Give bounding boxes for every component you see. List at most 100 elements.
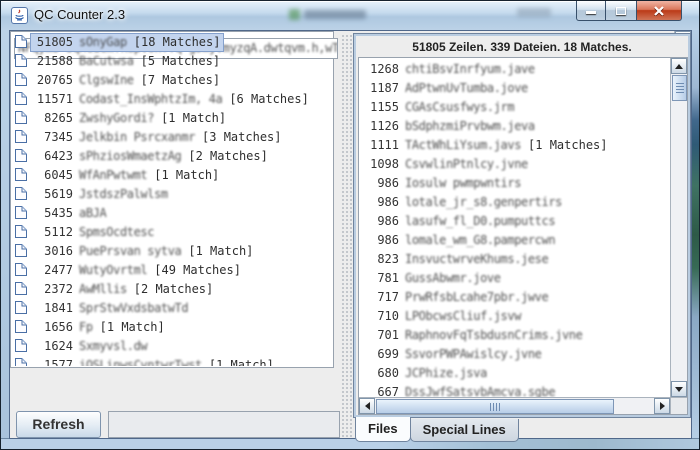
file-list-item[interactable]: 11571Codast_InsWphtzIm, 4a[6 Matches] <box>10 89 315 108</box>
file-list-item[interactable]: 1624Sxmyvsl.dw <box>10 336 315 355</box>
result-list-item[interactable]: 1098CsvwlinPtnlcy.jvne <box>359 154 670 173</box>
row-text: 823InsvuctwrveKhums.jese <box>359 251 551 268</box>
file-list-item[interactable]: 5619JstdszPalwlsm <box>10 184 315 203</box>
row-text: 11571Codast_InsWphtzIm, 4a[6 Matches] <box>31 91 312 108</box>
file-list-item[interactable]: 3016PuePrsvan sytva[1 Match] <box>10 241 315 260</box>
file-list-item[interactable]: 51805sOnyGap[18 Matches] <box>10 32 315 51</box>
close-button[interactable] <box>636 1 682 21</box>
scrollbar-thumb[interactable] <box>376 399 614 414</box>
scroll-left-button[interactable] <box>359 398 375 414</box>
line-count: 1187 <box>361 80 399 97</box>
match-count: [1 Match] <box>154 168 219 182</box>
java-app-icon <box>11 7 28 24</box>
result-list-item[interactable]: 1111TActWhLiYsum.javs[1 Matches] <box>359 135 670 154</box>
glass-reflection <box>304 10 366 19</box>
row-text: 1098CsvwlinPtnlcy.jvne <box>359 156 531 173</box>
status-field[interactable] <box>108 411 340 438</box>
glass-reflection <box>517 8 551 17</box>
file-list-item[interactable]: 21588BaCutwsa[5 Matches] <box>10 51 315 70</box>
maximize-button[interactable] <box>606 1 636 21</box>
match-count: [2 Matches] <box>134 282 213 296</box>
result-list-item[interactable]: 986Iosulw pwmpwntirs <box>359 173 670 192</box>
line-count: 986 <box>361 213 399 230</box>
file-list-item[interactable]: 6045WfAnPwtwmt[1 Match] <box>10 165 315 184</box>
file-name: ZwshyGordi? <box>79 111 154 125</box>
document-icon <box>14 129 28 144</box>
file-name: JCPhize.jsva <box>405 366 487 380</box>
file-list-item[interactable]: 5112 SpmsOcdtesc <box>10 222 315 241</box>
row-text: 717PrwRfsbLcahe7pbr.jwve <box>359 289 551 306</box>
match-count: [5 Matches] <box>141 54 220 68</box>
document-icon <box>14 262 28 277</box>
result-list-item[interactable]: 823InsvuctwrveKhums.jese <box>359 249 670 268</box>
result-list-rows: 1268chtiBsvInrfyum.jave1187AdPtwnUvTumba… <box>359 58 670 397</box>
line-count: 667 <box>361 384 399 398</box>
file-name: DssJwfSatsvbAmcva.sgbe <box>405 385 555 398</box>
result-horizontal-scrollbar[interactable] <box>359 397 670 414</box>
result-list-item[interactable]: 986lomale_wm_G8.pampercwn <box>359 230 670 249</box>
row-text: 1841 SprStwVxdsbatwTd <box>31 300 191 317</box>
document-icon <box>14 224 28 239</box>
file-name: JstdszPalwlsm <box>79 187 168 201</box>
row-text: 667 DssJwfSatsvbAmcva.sgbe <box>359 384 558 398</box>
row-text: 3016PuePrsvan sytva[1 Match] <box>31 243 256 260</box>
file-name: lasufw_fl_D0.pumputtcs <box>405 214 555 228</box>
result-list-item[interactable]: 680 JCPhize.jsva <box>359 363 670 382</box>
line-count: 680 <box>361 365 399 382</box>
result-list[interactable]: 1268chtiBsvInrfyum.jave1187AdPtwnUvTumba… <box>358 57 688 415</box>
file-list-item[interactable]: 1841 SprStwVxdsbatwTd <box>10 298 315 317</box>
file-name: SpmsOcdtesc <box>79 225 154 239</box>
document-icon <box>14 53 28 68</box>
file-list-item[interactable]: 1577iQSLinwsCvntwrTwst[1 Match] <box>10 355 315 366</box>
file-list-item[interactable]: 2372AwMllis[2 Matches] <box>10 279 315 298</box>
row-text: 1155CGAsCsusfwys.jrm <box>359 99 517 116</box>
client-area: NFqyms UqheiemTkapvonfTq gJmyvmyzqA.dwtq… <box>9 30 692 439</box>
close-icon <box>653 6 665 16</box>
result-list-item[interactable]: 667 DssJwfSatsvbAmcva.sgbe <box>359 382 670 397</box>
line-count: 781 <box>361 270 399 287</box>
line-count: 5112 <box>33 224 73 241</box>
file-name: CsvwlinPtnlcy.jvne <box>405 157 528 171</box>
file-name: BaCutwsa <box>79 54 134 68</box>
result-list-item[interactable]: 710LPObcwsCliuf.jsvw <box>359 306 670 325</box>
file-list-item[interactable]: 5435aBJA <box>10 203 315 222</box>
file-list[interactable]: 51805sOnyGap[18 Matches]21588BaCutwsa[5 … <box>10 31 334 368</box>
line-count: 1577 <box>33 357 73 367</box>
file-list-item[interactable]: 20765ClgswIne[7 Matches] <box>10 70 315 89</box>
document-icon <box>14 186 28 201</box>
result-list-item[interactable]: 717PrwRfsbLcahe7pbr.jwve <box>359 287 670 306</box>
result-vertical-scrollbar[interactable] <box>670 58 687 397</box>
file-list-item[interactable]: 8265ZwshyGordi?[1 Match] <box>10 108 315 127</box>
right-panel: 51805 Zeilen. 339 Dateien. 18 Matches. 1… <box>353 33 693 440</box>
line-count: 986 <box>361 232 399 249</box>
line-count: 2372 <box>33 281 73 298</box>
file-list-item[interactable]: 2477WutyOvrtml[49 Matches] <box>10 260 315 279</box>
scroll-down-button[interactable] <box>671 381 687 397</box>
result-list-item[interactable]: 1155CGAsCsusfwys.jrm <box>359 97 670 116</box>
result-list-item[interactable]: 986lotale_jr_s8.genpertirs <box>359 192 670 211</box>
result-list-item[interactable]: 699SsvorPWPAwislcy.jvne <box>359 344 670 363</box>
result-list-item[interactable]: 1268chtiBsvInrfyum.jave <box>359 59 670 78</box>
scroll-up-button[interactable] <box>671 58 687 74</box>
split-pane-divider[interactable] <box>340 33 353 438</box>
file-list-item[interactable]: 6423sPhziosWmaetzAg[2 Matches] <box>10 146 315 165</box>
result-list-item[interactable]: 986 lasufw_fl_D0.pumputtcs <box>359 211 670 230</box>
tab-files[interactable]: Files <box>355 417 411 442</box>
file-list-item[interactable]: 7345Jelkbin Psrcxanmr[3 Matches] <box>10 127 315 146</box>
result-list-item[interactable]: 781GussAbwmr.jove <box>359 268 670 287</box>
window-controls <box>576 1 682 21</box>
line-count: 1841 <box>33 300 73 317</box>
scroll-right-button[interactable] <box>654 398 670 414</box>
tab-special-lines[interactable]: Special Lines <box>410 419 519 442</box>
titlebar[interactable]: QC Counter 2.3 <box>1 1 699 30</box>
result-list-item[interactable]: 1126bSdphzmiPrvbwm.jeva <box>359 116 670 135</box>
minimize-button[interactable] <box>576 1 606 21</box>
row-text: 781GussAbwmr.jove <box>359 270 504 287</box>
file-list-item[interactable]: 1656Fp[1 Match] <box>10 317 315 336</box>
refresh-button[interactable]: Refresh <box>16 411 101 438</box>
result-list-item[interactable]: 1187AdPtwnUvTumba.jove <box>359 78 670 97</box>
file-name: SprStwVxdsbatwTd <box>79 301 188 315</box>
row-text: 5619JstdszPalwlsm <box>31 186 171 203</box>
scrollbar-thumb[interactable] <box>672 75 687 101</box>
result-list-item[interactable]: 701RaphnovFqTsbdusnCrims.jvne <box>359 325 670 344</box>
